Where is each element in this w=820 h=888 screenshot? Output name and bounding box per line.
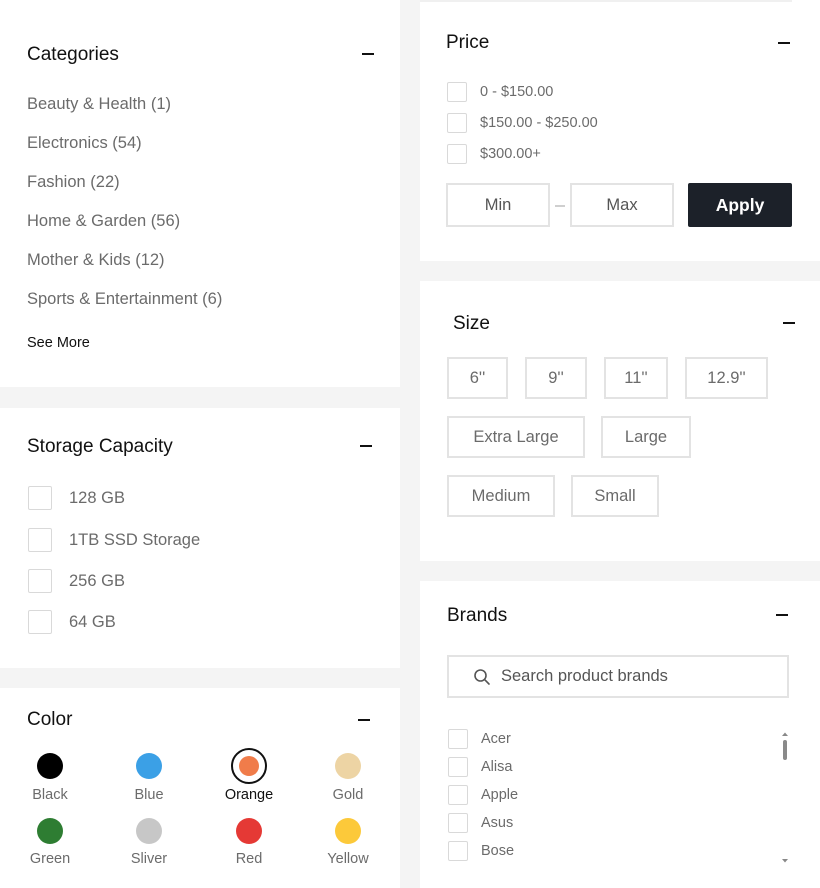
checkbox[interactable] bbox=[447, 82, 467, 102]
price-range-option[interactable]: $150.00 - $250.00 bbox=[447, 113, 598, 133]
checkbox[interactable] bbox=[448, 785, 468, 805]
price-panel: Price 0 - $150.00 $150.00 - $250.00 $300… bbox=[420, 0, 820, 261]
color-panel: Color Black Blue Orange Gold Green Slive… bbox=[0, 688, 400, 888]
search-placeholder: Search product brands bbox=[501, 667, 668, 685]
price-max-input[interactable]: Max bbox=[570, 183, 674, 227]
scroll-down-arrow-icon[interactable] bbox=[780, 858, 790, 864]
storage-option[interactable]: 64 GB bbox=[28, 610, 116, 634]
price-min-input[interactable]: Min bbox=[446, 183, 550, 227]
checkbox[interactable] bbox=[28, 528, 52, 552]
storage-option[interactable]: 256 GB bbox=[28, 569, 125, 593]
storage-collapse-icon[interactable] bbox=[360, 445, 372, 447]
scroll-up-arrow-icon[interactable] bbox=[780, 731, 790, 737]
search-icon bbox=[474, 668, 490, 685]
size-chip[interactable]: 11'' bbox=[604, 357, 668, 399]
checkbox[interactable] bbox=[28, 610, 52, 634]
see-more-link[interactable]: See More bbox=[27, 335, 90, 351]
brands-panel: Brands Search product brands Acer Alisa … bbox=[420, 581, 820, 888]
option-label: Alisa bbox=[481, 759, 513, 775]
option-label: $300.00+ bbox=[480, 146, 541, 162]
brands-title: Brands bbox=[447, 605, 508, 626]
scrollbar-thumb[interactable] bbox=[783, 740, 787, 760]
size-chip[interactable]: Large bbox=[601, 416, 691, 458]
color-title: Color bbox=[27, 709, 73, 730]
size-chip[interactable]: 9'' bbox=[525, 357, 587, 399]
option-label: Acer bbox=[481, 731, 511, 747]
size-panel: Size 6'' 9'' 11'' 12.9'' Extra Large Lar… bbox=[420, 281, 820, 561]
option-label: Bose bbox=[481, 843, 515, 859]
color-collapse-icon[interactable] bbox=[358, 719, 370, 721]
brands-collapse-icon[interactable] bbox=[776, 614, 788, 616]
option-label: 64 GB bbox=[69, 612, 116, 631]
brand-option[interactable]: Bose bbox=[448, 841, 514, 861]
checkbox[interactable] bbox=[447, 113, 467, 133]
color-swatch-red[interactable] bbox=[236, 818, 262, 844]
option-label: Apple bbox=[481, 787, 519, 803]
color-swatch-yellow[interactable] bbox=[335, 818, 361, 844]
brand-option[interactable]: Apple bbox=[448, 785, 518, 805]
color-swatch-green[interactable] bbox=[37, 818, 63, 844]
brand-search-input[interactable]: Search product brands bbox=[447, 655, 789, 698]
brand-option[interactable]: Asus bbox=[448, 813, 513, 833]
apply-button[interactable]: Apply bbox=[688, 183, 792, 227]
category-link[interactable]: Sports & Entertainment (6) bbox=[27, 290, 222, 309]
brand-option[interactable]: Acer bbox=[448, 729, 511, 749]
brand-option[interactable]: Alisa bbox=[448, 757, 512, 777]
category-link[interactable]: Fashion (22) bbox=[27, 173, 120, 192]
checkbox[interactable] bbox=[28, 569, 52, 593]
size-chip[interactable]: Medium bbox=[447, 475, 555, 517]
option-label: 128 GB bbox=[69, 488, 125, 507]
storage-option[interactable]: 1TB SSD Storage bbox=[28, 528, 200, 552]
category-link[interactable]: Home & Garden (56) bbox=[27, 212, 180, 231]
swatch-label: Red bbox=[235, 851, 263, 867]
checkbox[interactable] bbox=[447, 144, 467, 164]
size-chip[interactable]: 6'' bbox=[447, 357, 508, 399]
storage-title: Storage Capacity bbox=[27, 436, 173, 457]
size-chip[interactable]: Small bbox=[571, 475, 659, 517]
checkbox[interactable] bbox=[448, 729, 468, 749]
swatch-label: Blue bbox=[134, 787, 164, 803]
swatch-label: Black bbox=[32, 787, 68, 803]
range-dash bbox=[555, 205, 565, 207]
option-label: $150.00 - $250.00 bbox=[480, 115, 598, 131]
color-swatch-orange[interactable] bbox=[239, 756, 259, 776]
categories-title: Categories bbox=[27, 44, 119, 65]
swatch-label: Orange bbox=[224, 787, 274, 803]
panel-top-divider bbox=[420, 0, 792, 2]
storage-option[interactable]: 128 GB bbox=[28, 486, 125, 510]
size-collapse-icon[interactable] bbox=[783, 322, 795, 324]
option-label: 1TB SSD Storage bbox=[69, 530, 201, 549]
color-swatch-silver[interactable] bbox=[136, 818, 162, 844]
category-link[interactable]: Electronics (54) bbox=[27, 134, 142, 153]
price-range-option[interactable]: $300.00+ bbox=[447, 144, 541, 164]
size-chip[interactable]: Extra Large bbox=[447, 416, 585, 458]
color-swatch-gold[interactable] bbox=[335, 753, 361, 779]
brands-scrollbar[interactable] bbox=[780, 731, 790, 871]
color-swatch-black[interactable] bbox=[37, 753, 63, 779]
category-link[interactable]: Beauty & Health (1) bbox=[27, 95, 171, 114]
swatch-label: Sliver bbox=[130, 851, 168, 867]
price-range-option[interactable]: 0 - $150.00 bbox=[447, 82, 553, 102]
swatch-label: Yellow bbox=[327, 851, 369, 867]
option-label: 256 GB bbox=[69, 571, 125, 590]
price-collapse-icon[interactable] bbox=[778, 42, 790, 44]
size-chip[interactable]: 12.9'' bbox=[685, 357, 768, 399]
checkbox[interactable] bbox=[448, 813, 468, 833]
checkbox[interactable] bbox=[28, 486, 52, 510]
checkbox[interactable] bbox=[448, 841, 468, 861]
storage-panel: Storage Capacity 128 GB 1TB SSD Storage … bbox=[0, 408, 400, 668]
category-link[interactable]: Mother & Kids (12) bbox=[27, 251, 165, 270]
size-title: Size bbox=[453, 313, 490, 334]
price-title: Price bbox=[446, 32, 490, 53]
swatch-label: Gold bbox=[332, 787, 364, 803]
option-label: Asus bbox=[481, 815, 514, 831]
categories-panel: Categories Beauty & Health (1) Electroni… bbox=[0, 0, 400, 387]
categories-collapse-icon[interactable] bbox=[362, 53, 374, 55]
option-label: 0 - $150.00 bbox=[480, 84, 554, 100]
swatch-label: Green bbox=[29, 851, 71, 867]
checkbox[interactable] bbox=[448, 757, 468, 777]
color-swatch-blue[interactable] bbox=[136, 753, 162, 779]
